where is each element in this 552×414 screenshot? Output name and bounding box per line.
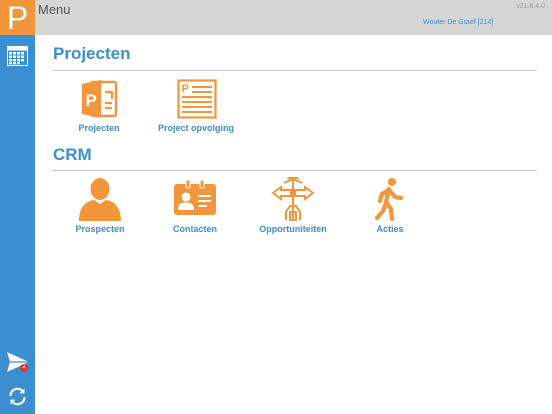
tile-label: Projecten [78, 123, 120, 133]
tile-label: Contacten [172, 224, 217, 234]
person-icon [79, 178, 121, 221]
calendar-icon[interactable] [7, 46, 28, 66]
logo-letter: P [6, 0, 29, 36]
top-bar: Menu v21.8.4.0 Wouter De Graef [214] [35, 0, 552, 35]
tile-label: Project opvolging [157, 123, 234, 133]
project-list-icon: P [177, 79, 217, 119]
tile-label: Opportuniteiten [259, 224, 327, 234]
contact-card-icon [174, 179, 216, 215]
tile-label: Prospecten [75, 224, 125, 234]
section-divider [52, 170, 537, 171]
sidebar: 4 [0, 35, 35, 414]
send-badge: 4 [20, 364, 28, 372]
powerpoint-icon: P [82, 80, 118, 118]
section-title-crm: CRM [53, 145, 92, 164]
svg-text:P: P [182, 83, 189, 95]
tile-acties[interactable]: Acties [360, 177, 420, 237]
walking-person-icon [374, 178, 404, 221]
section-divider [52, 70, 537, 71]
version-label: v21.8.4.0 [516, 3, 545, 10]
user-link[interactable]: Wouter De Graef [214] [423, 19, 493, 26]
tile-projecten[interactable]: P Projecten [66, 79, 132, 137]
section-title-projecten: Projecten [53, 44, 131, 63]
signpost-icon [271, 177, 315, 221]
sync-icon[interactable] [7, 386, 28, 407]
tile-label: Acties [376, 224, 404, 234]
app-logo[interactable]: P [0, 0, 35, 35]
tile-contacten[interactable]: Contacten [160, 177, 230, 237]
app-window: P Menu v21.8.4.0 Wouter De Graef [214] 4 [0, 0, 552, 414]
tile-project-opvolging[interactable]: P Project opvolging [150, 79, 242, 137]
menu-title: Menu [38, 2, 71, 17]
tile-opportuniteiten[interactable]: Opportuniteiten [252, 177, 334, 237]
svg-text:P: P [86, 91, 97, 110]
tile-prospecten[interactable]: Prospecten [68, 177, 132, 237]
